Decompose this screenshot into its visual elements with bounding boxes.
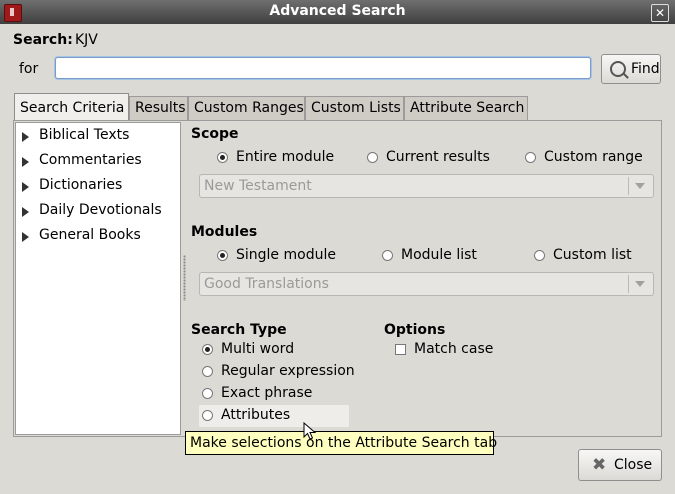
search-type-multi-word-radio[interactable] xyxy=(202,344,213,355)
window-title: Advanced Search xyxy=(269,3,406,19)
scope-custom-range-label: Custom range xyxy=(544,149,643,165)
for-label: for xyxy=(19,61,39,77)
options-heading: Options xyxy=(384,322,446,338)
search-type-exact-phrase-label: Exact phrase xyxy=(221,385,313,401)
match-case-label: Match case xyxy=(414,341,494,357)
tab-results[interactable]: Results xyxy=(129,96,188,120)
pane-resize-handle[interactable] xyxy=(183,255,186,301)
expand-arrow-icon[interactable] xyxy=(22,232,29,242)
tab-search-criteria[interactable]: Search Criteria xyxy=(14,93,129,121)
search-module-name: KJV xyxy=(75,32,98,48)
module-tree[interactable]: Biblical Texts Commentaries Dictionaries… xyxy=(15,122,181,435)
tab-label: Attribute Search xyxy=(410,100,525,116)
search-type-attributes-radio[interactable] xyxy=(202,410,213,421)
modules-module-list-label: Module list xyxy=(401,247,477,263)
modules-single-module-radio[interactable] xyxy=(217,250,228,261)
combo-separator xyxy=(628,275,629,293)
modules-module-list-radio[interactable] xyxy=(382,250,393,261)
tab-label: Results xyxy=(135,100,186,116)
scope-range-combo: New Testament xyxy=(199,174,654,198)
search-type-heading: Search Type xyxy=(191,322,287,338)
search-type-attributes-label: Attributes xyxy=(221,407,291,423)
search-input[interactable] xyxy=(55,57,591,79)
expand-arrow-icon[interactable] xyxy=(22,157,29,167)
tab-label: Custom Ranges xyxy=(194,100,304,116)
tab-label: Search Criteria xyxy=(20,100,125,116)
scope-range-value: New Testament xyxy=(204,178,312,194)
close-icon: ✖ xyxy=(592,455,607,475)
tab-custom-lists[interactable]: Custom Lists xyxy=(305,96,404,120)
search-type-exact-phrase-radio[interactable] xyxy=(202,388,213,399)
scope-custom-range-radio[interactable] xyxy=(525,152,536,163)
tree-item-label: Dictionaries xyxy=(39,177,123,193)
attributes-tooltip: Make selections on the Attribute Search … xyxy=(185,431,497,455)
tab-attribute-search[interactable]: Attribute Search xyxy=(404,96,528,120)
modules-custom-list-radio[interactable] xyxy=(534,250,545,261)
scope-current-results-label: Current results xyxy=(386,149,490,165)
search-type-regex-radio[interactable] xyxy=(202,366,213,377)
modules-combo-value: Good Translations xyxy=(204,276,329,292)
search-type-multi-word-label: Multi word xyxy=(221,341,295,357)
modules-heading: Modules xyxy=(191,224,258,240)
scope-entire-module-label: Entire module xyxy=(236,149,335,165)
magnifier-icon xyxy=(610,61,626,77)
expand-arrow-icon[interactable] xyxy=(22,132,29,142)
tree-item-label: General Books xyxy=(39,227,141,243)
combo-separator xyxy=(628,177,629,195)
find-button[interactable]: Find xyxy=(601,54,661,84)
tab-label: Custom Lists xyxy=(311,100,401,116)
tab-custom-ranges[interactable]: Custom Ranges xyxy=(188,96,305,120)
chevron-down-icon xyxy=(635,281,645,287)
scope-entire-module-radio[interactable] xyxy=(217,152,228,163)
match-case-checkbox[interactable] xyxy=(395,344,406,355)
window-close-icon[interactable]: ✕ xyxy=(651,4,669,22)
tree-item-label: Commentaries xyxy=(39,152,142,168)
scope-heading: Scope xyxy=(191,126,239,142)
close-button-label: Close xyxy=(614,457,653,473)
search-label: Search: xyxy=(13,32,73,48)
tree-item-label: Biblical Texts xyxy=(39,127,130,143)
scope-current-results-radio[interactable] xyxy=(367,152,378,163)
close-button[interactable]: ✖ Close xyxy=(578,449,662,481)
chevron-down-icon xyxy=(635,183,645,189)
expand-arrow-icon[interactable] xyxy=(22,207,29,217)
modules-single-module-label: Single module xyxy=(236,247,336,263)
modules-custom-list-label: Custom list xyxy=(553,247,632,263)
expand-arrow-icon[interactable] xyxy=(22,182,29,192)
mouse-cursor-icon xyxy=(303,422,317,440)
tree-item-label: Daily Devotionals xyxy=(39,202,162,218)
title-bar: Advanced Search ✕ xyxy=(0,0,675,24)
modules-combo: Good Translations xyxy=(199,272,654,296)
search-type-regex-label: Regular expression xyxy=(221,363,355,379)
find-button-label: Find xyxy=(631,61,660,77)
